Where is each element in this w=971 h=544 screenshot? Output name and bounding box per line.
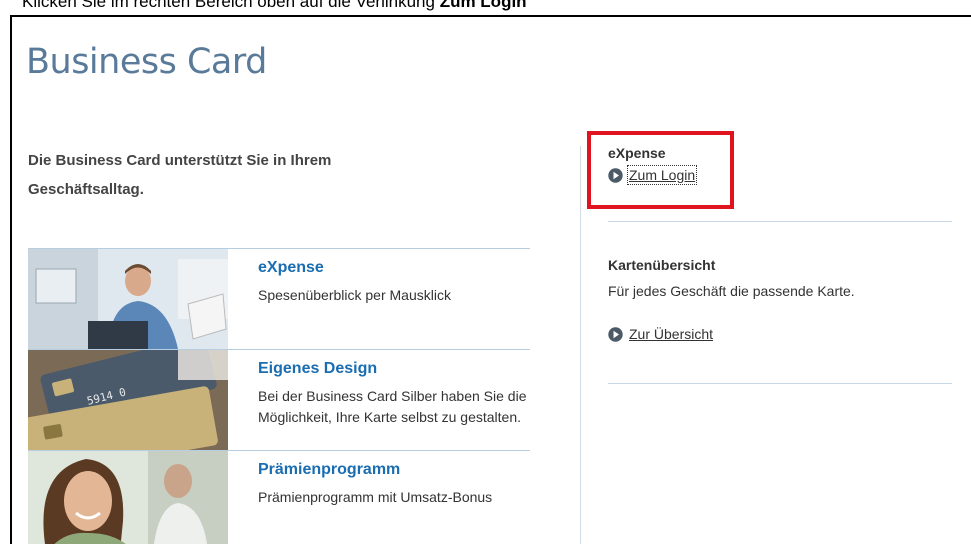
overview-link-row[interactable]: Zur Übersicht <box>608 326 855 342</box>
feature-title[interactable]: Prämienprogramm <box>258 461 400 479</box>
instruction-bold: Zum Login <box>439 0 527 11</box>
feature-item-rewards[interactable]: Prämienprogramm Prämienprogramm mit Umsa… <box>28 450 530 544</box>
instruction-text: Klicken Sie im rechten Bereich oben auf … <box>22 0 527 12</box>
arrow-circle-icon[interactable] <box>608 326 623 342</box>
man-at-desk-photo <box>28 249 228 349</box>
sidebar-overview: Kartenübersicht Für jedes Geschäft die p… <box>608 257 855 342</box>
instruction-prefix: Klicken Sie im rechten Bereich oben auf … <box>22 0 440 11</box>
sidebar-overview-heading: Kartenübersicht <box>608 257 716 273</box>
feature-description: Prämienprogramm mit Umsatz-Bonus <box>258 489 493 505</box>
feature-item-design[interactable]: 5914 0 Eigenes Design Bei der Business C… <box>28 349 530 450</box>
intro-text: Die Business Card unterstützt Sie in Ihr… <box>28 152 332 198</box>
feature-description: Bei der Business Card Silber haben Sie d… <box>258 388 527 425</box>
highlight-box <box>587 131 734 209</box>
overview-link[interactable]: Zur Übersicht <box>629 326 713 342</box>
feature-title[interactable]: eXpense <box>258 259 324 277</box>
feature-description: Spesenüberblick per Mausklick <box>258 287 451 303</box>
sidebar-divider <box>608 221 952 222</box>
feature-title[interactable]: Eigenes Design <box>258 360 377 378</box>
sidebar-overview-text: Für jedes Geschäft die passende Karte. <box>608 283 855 299</box>
page-title: Business Card <box>26 42 267 82</box>
credit-cards-photo: 5914 0 <box>28 350 228 450</box>
smiling-woman-photo <box>28 451 228 544</box>
sidebar-divider <box>608 383 952 384</box>
column-divider <box>580 146 581 544</box>
feature-item-expense[interactable]: eXpense Spesenüberblick per Mausklick <box>28 248 530 349</box>
